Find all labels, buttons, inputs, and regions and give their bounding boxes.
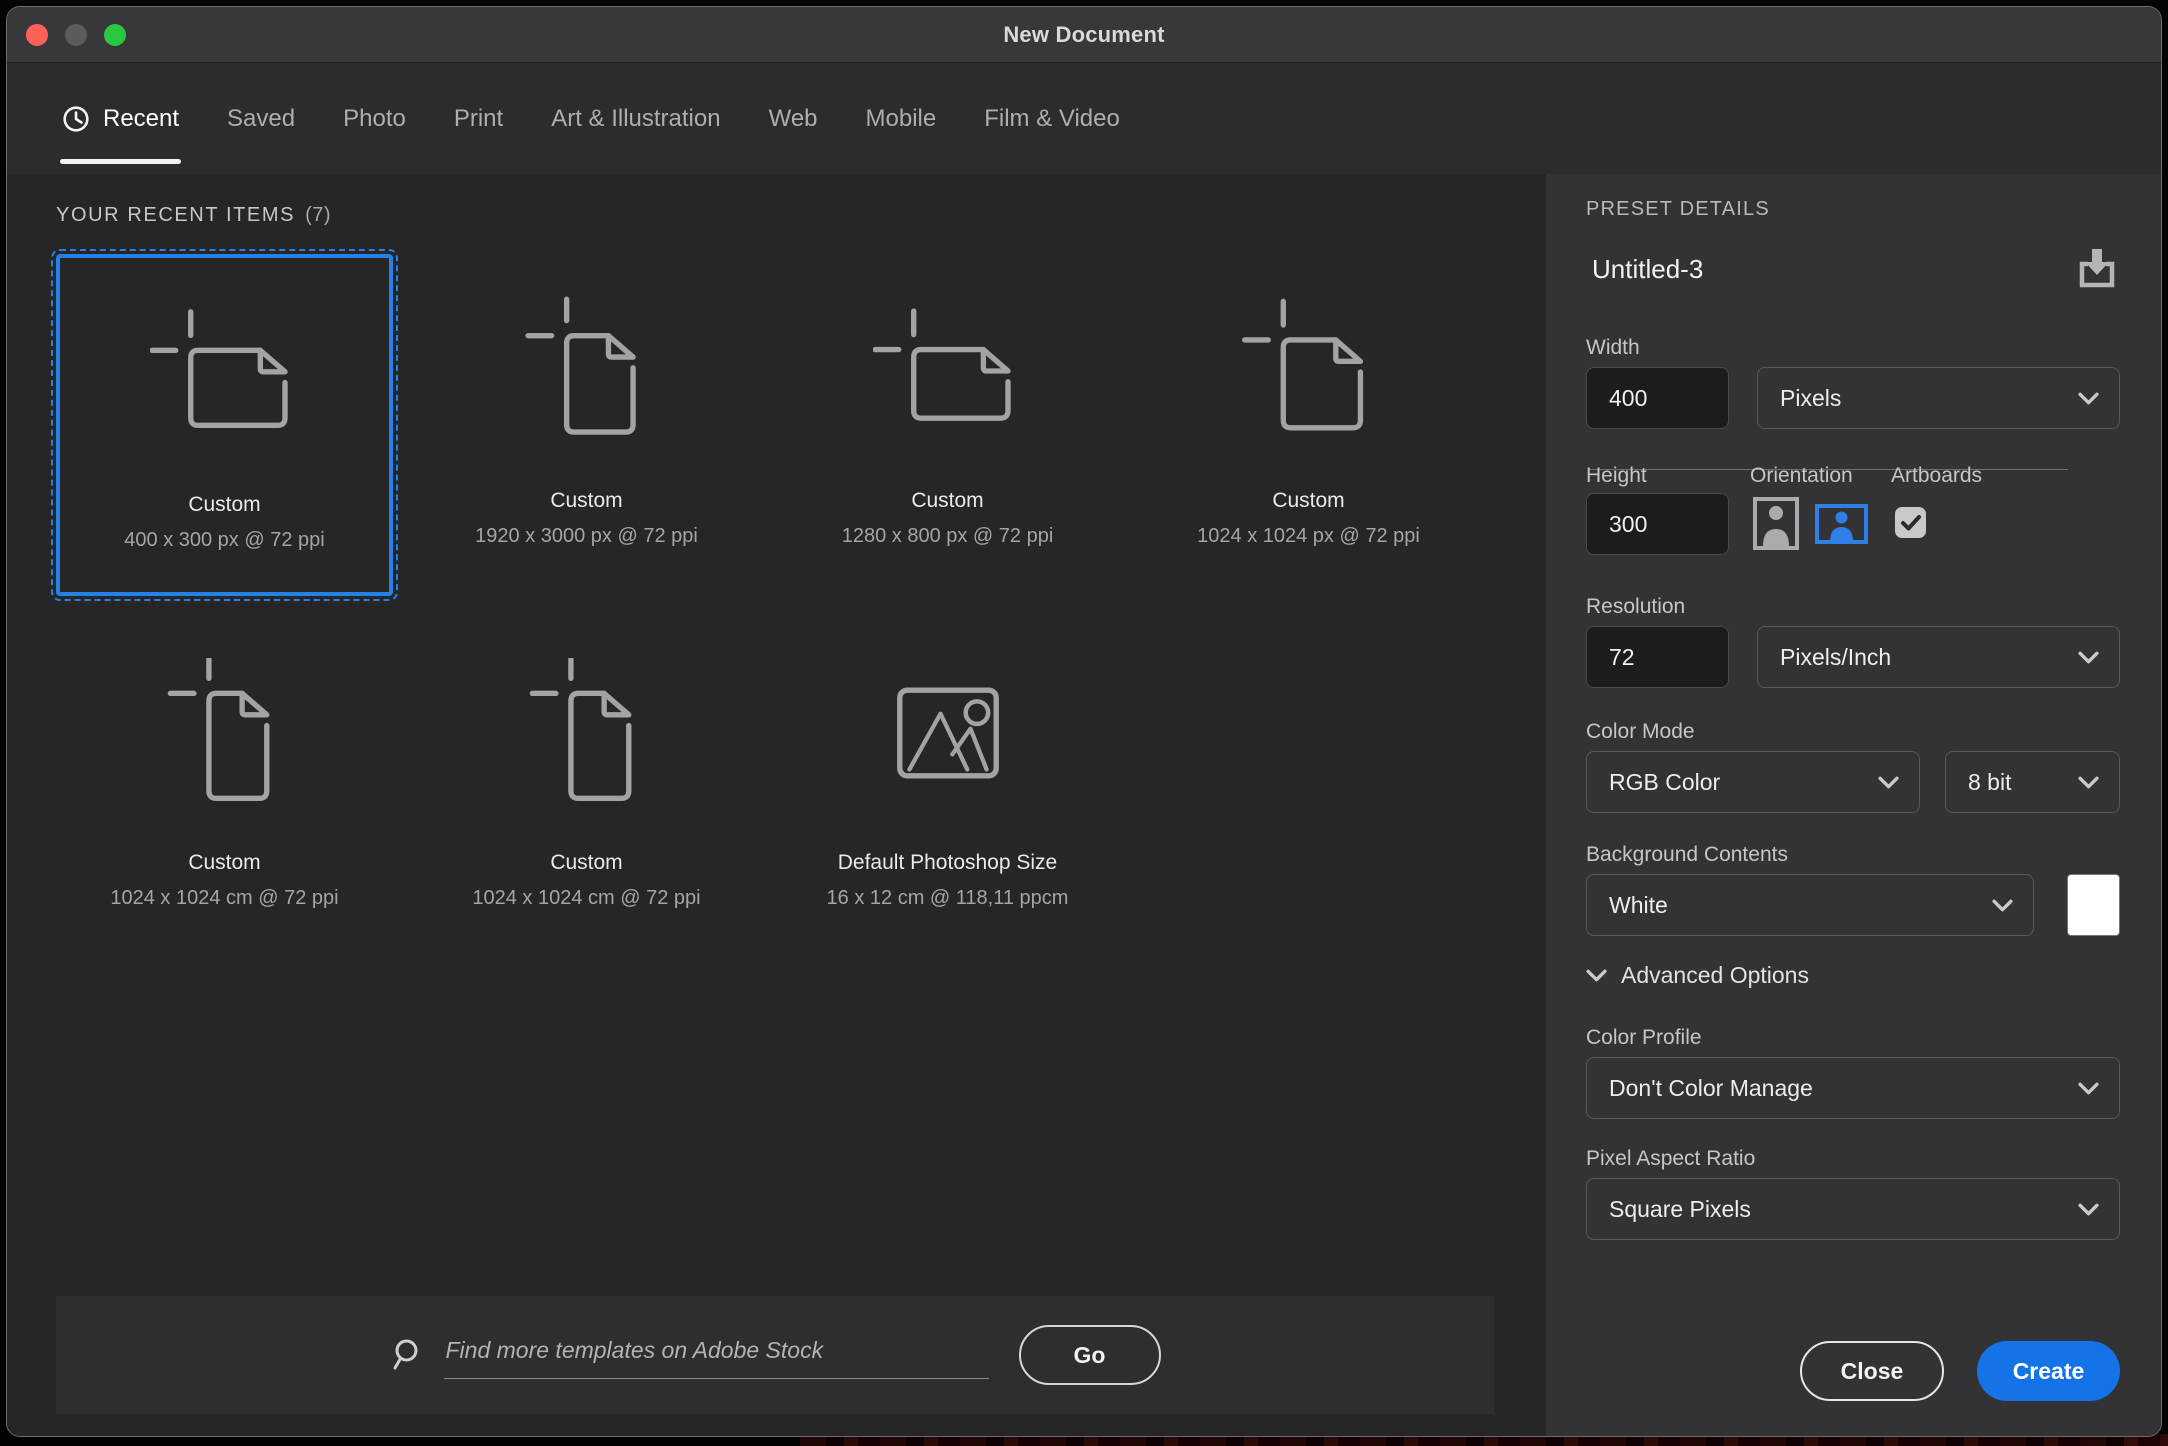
resolution-unit-select[interactable]: Pixels/Inch [1757,626,2120,688]
tab-label: Film & Video [984,105,1120,133]
orientation-label: Orientation [1750,464,1890,488]
color-profile-label: Color Profile [1586,1026,2120,1050]
card-spec: 16 x 12 cm @ 118,11 ppcm [827,887,1069,910]
new-document-dialog: New Document Recent Saved Photo Print Ar… [6,6,2162,1437]
advanced-options-toggle[interactable]: Advanced Options [1586,962,2120,989]
tab-print[interactable]: Print [454,63,503,174]
card-spec: 1024 x 1024 cm @ 72 ppi [110,887,338,910]
document-tall-icon [56,616,393,849]
chevron-down-icon [2078,651,2099,664]
tab-label: Art & Illustration [551,105,720,133]
document-landscape-icon [779,254,1116,487]
traffic-light-close[interactable] [26,24,48,46]
card-name: Custom [550,489,622,513]
chevron-down-icon [2078,392,2099,405]
card-spec: 1024 x 1024 cm @ 72 ppi [472,887,700,910]
color-mode-label: Color Mode [1586,720,2120,744]
card-spec: 400 x 300 px @ 72 ppi [124,529,324,552]
tab-art-illustration[interactable]: Art & Illustration [551,63,720,174]
document-square-icon [1140,254,1477,487]
pixel-aspect-ratio-label: Pixel Aspect Ratio [1586,1147,2120,1171]
search-input[interactable] [444,1331,989,1379]
width-input[interactable] [1586,367,1729,429]
save-preset-icon[interactable] [2074,246,2120,292]
card-name: Custom [1272,489,1344,513]
preset-card-custom-1024x1024px[interactable]: Custom 1024 x 1024 px @ 72 ppi [1140,254,1477,596]
tab-photo[interactable]: Photo [343,63,406,174]
clock-icon [62,105,90,133]
tab-label: Recent [103,105,179,133]
chevron-down-icon [1586,969,1607,982]
color-profile-select[interactable]: Don't Color Manage [1586,1057,2120,1119]
color-mode-select[interactable]: RGB Color [1586,751,1920,813]
chevron-down-icon [2078,1082,2099,1095]
tab-label: Photo [343,105,406,133]
title-bar: New Document [7,7,2161,63]
go-button[interactable]: Go [1019,1325,1161,1385]
width-unit-select[interactable]: Pixels [1757,367,2120,429]
artboards-label: Artboards [1891,464,2011,488]
tab-mobile[interactable]: Mobile [866,63,937,174]
create-button[interactable]: Create [1977,1341,2120,1401]
background-color-swatch[interactable] [2067,874,2120,936]
preset-card-custom-1280x800[interactable]: Custom 1280 x 800 px @ 72 ppi [779,254,1116,596]
card-spec: 1280 x 800 px @ 72 ppi [842,525,1054,548]
category-tabbar: Recent Saved Photo Print Art & Illustrat… [7,63,2161,174]
card-name: Default Photoshop Size [838,851,1057,875]
search-icon [390,1338,424,1372]
tab-saved[interactable]: Saved [227,63,295,174]
bit-depth-select[interactable]: 8 bit [1945,751,2120,813]
artboards-checkbox[interactable] [1895,507,1926,538]
tab-label: Web [769,105,818,133]
card-spec: 1920 x 3000 px @ 72 ppi [475,525,698,548]
orientation-portrait-button[interactable] [1753,497,1799,550]
preset-card-default-photoshop-size[interactable]: Default Photoshop Size 16 x 12 cm @ 118,… [779,616,1116,958]
recent-items-area: YOUR RECENT ITEMS(7) Custom 400 x 300 px… [7,174,1546,1436]
document-landscape-icon [60,258,389,491]
document-tall-icon [418,616,755,849]
card-spec: 1024 x 1024 px @ 72 ppi [1197,525,1420,548]
traffic-light-zoom[interactable] [104,24,126,46]
resolution-input[interactable] [1586,626,1729,688]
tab-label: Saved [227,105,295,133]
traffic-light-minimize[interactable] [65,24,87,46]
card-name: Custom [911,489,983,513]
background-contents-label: Background Contents [1586,843,2120,867]
card-name: Custom [188,851,260,875]
tab-label: Print [454,105,503,133]
tab-label: Mobile [866,105,937,133]
recent-items-count: (7) [305,204,331,226]
document-name-input[interactable] [1586,254,2026,285]
tab-recent[interactable]: Recent [62,63,179,174]
preset-card-custom-1024x1024cm-2[interactable]: Custom 1024 x 1024 cm @ 72 ppi [418,616,755,958]
chevron-down-icon [1992,899,2013,912]
preset-details-panel: PRESET DETAILS Width Pixels Height Orien… [1546,174,2161,1436]
preset-card-custom-1024x1024cm-1[interactable]: Custom 1024 x 1024 cm @ 72 ppi [56,616,393,958]
preset-card-custom-1920x3000[interactable]: Custom 1920 x 3000 px @ 72 ppi [418,254,755,596]
chevron-down-icon [1878,776,1899,789]
checkmark-icon [1900,514,1922,532]
chevron-down-icon [2078,1203,2099,1216]
window-title: New Document [1003,22,1164,48]
document-portrait-icon [418,254,755,487]
chevron-down-icon [2078,776,2099,789]
height-input[interactable] [1586,493,1729,555]
close-button[interactable]: Close [1800,1341,1944,1401]
tab-web[interactable]: Web [769,63,818,174]
adobe-stock-search-panel: Go [56,1296,1494,1414]
recent-items-heading: YOUR RECENT ITEMS(7) [56,204,331,227]
width-label: Width [1586,336,2120,360]
preset-card-custom-400x300[interactable]: Custom 400 x 300 px @ 72 ppi [56,254,393,596]
orientation-landscape-button[interactable] [1815,504,1868,544]
pixel-aspect-ratio-select[interactable]: Square Pixels [1586,1178,2120,1240]
card-name: Custom [188,493,260,517]
preset-details-heading: PRESET DETAILS [1586,198,2120,221]
tab-film-video[interactable]: Film & Video [984,63,1120,174]
background-contents-select[interactable]: White [1586,874,2034,936]
image-photo-icon [779,616,1116,849]
card-name: Custom [550,851,622,875]
resolution-label: Resolution [1586,595,2120,619]
